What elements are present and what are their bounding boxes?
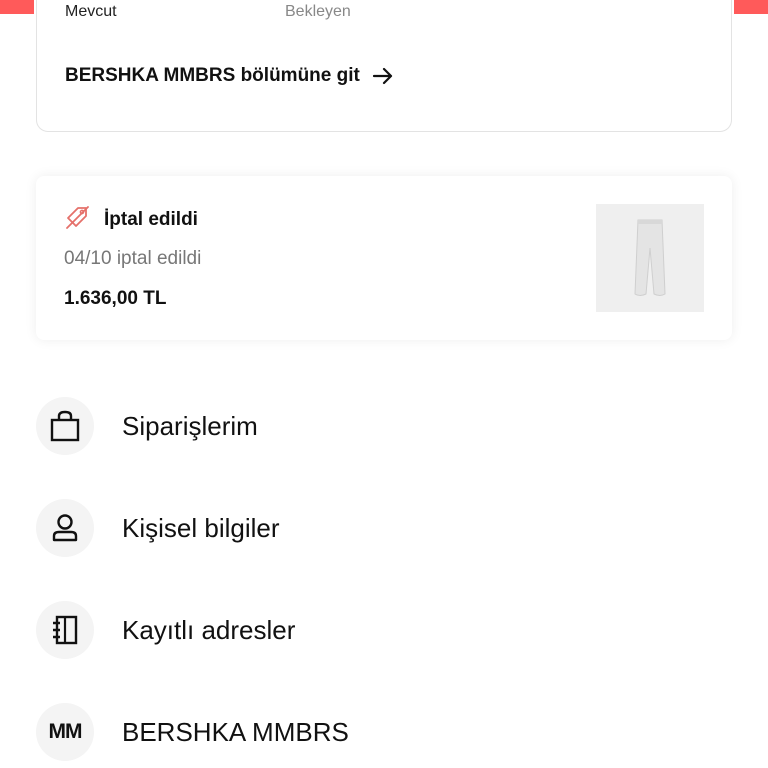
go-to-mmbrs-label: BERSHKA MMBRS bölümüne git bbox=[65, 65, 360, 86]
menu-item-saved-addresses-label: Kayıtlı adresler bbox=[122, 614, 296, 645]
status-current-label: Mevcut bbox=[65, 3, 117, 20]
accent-bar-right bbox=[734, 0, 768, 14]
trousers-product-image[interactable] bbox=[596, 204, 704, 312]
order-date: 04/10 iptal edildi bbox=[64, 248, 202, 269]
order-card[interactable]: İptal edildi 04/10 iptal edildi 1.636,00… bbox=[36, 176, 732, 340]
accent-bar-left bbox=[0, 0, 34, 14]
menu-item-personal-info[interactable]: Kişisel bilgiler bbox=[36, 498, 636, 558]
status-pending-label: Bekleyen bbox=[285, 3, 351, 20]
menu-item-personal-info-label: Kişisel bilgiler bbox=[122, 512, 280, 543]
membership-status-row: Mevcut Bekleyen bbox=[65, 3, 351, 21]
menu-item-bershka-mmbrs-label: BERSHKA MMBRS bbox=[122, 716, 349, 747]
shopping-bag-icon bbox=[36, 397, 94, 455]
address-book-icon bbox=[36, 601, 94, 659]
order-status: İptal edildi bbox=[64, 204, 198, 235]
order-price: 1.636,00 TL bbox=[64, 288, 167, 309]
mm-logo-icon: MM bbox=[36, 703, 94, 761]
order-status-label: İptal edildi bbox=[104, 208, 198, 230]
menu-item-orders-label: Siparişlerim bbox=[122, 410, 258, 441]
mm-logo-text: MM bbox=[48, 720, 83, 743]
account-page: Mevcut Bekleyen BERSHKA MMBRS bölümüne g… bbox=[0, 0, 768, 768]
go-to-mmbrs-link[interactable]: BERSHKA MMBRS bölümüne git bbox=[65, 65, 394, 87]
menu-item-bershka-mmbrs[interactable]: MM BERSHKA MMBRS bbox=[36, 702, 636, 762]
arrow-right-icon bbox=[372, 67, 394, 85]
membership-card: Mevcut Bekleyen BERSHKA MMBRS bölümüne g… bbox=[36, 0, 732, 132]
menu-item-orders[interactable]: Siparişlerim bbox=[36, 396, 636, 456]
menu-item-saved-addresses[interactable]: Kayıtlı adresler bbox=[36, 600, 636, 660]
cancelled-tag-icon bbox=[64, 204, 90, 235]
user-icon bbox=[36, 499, 94, 557]
